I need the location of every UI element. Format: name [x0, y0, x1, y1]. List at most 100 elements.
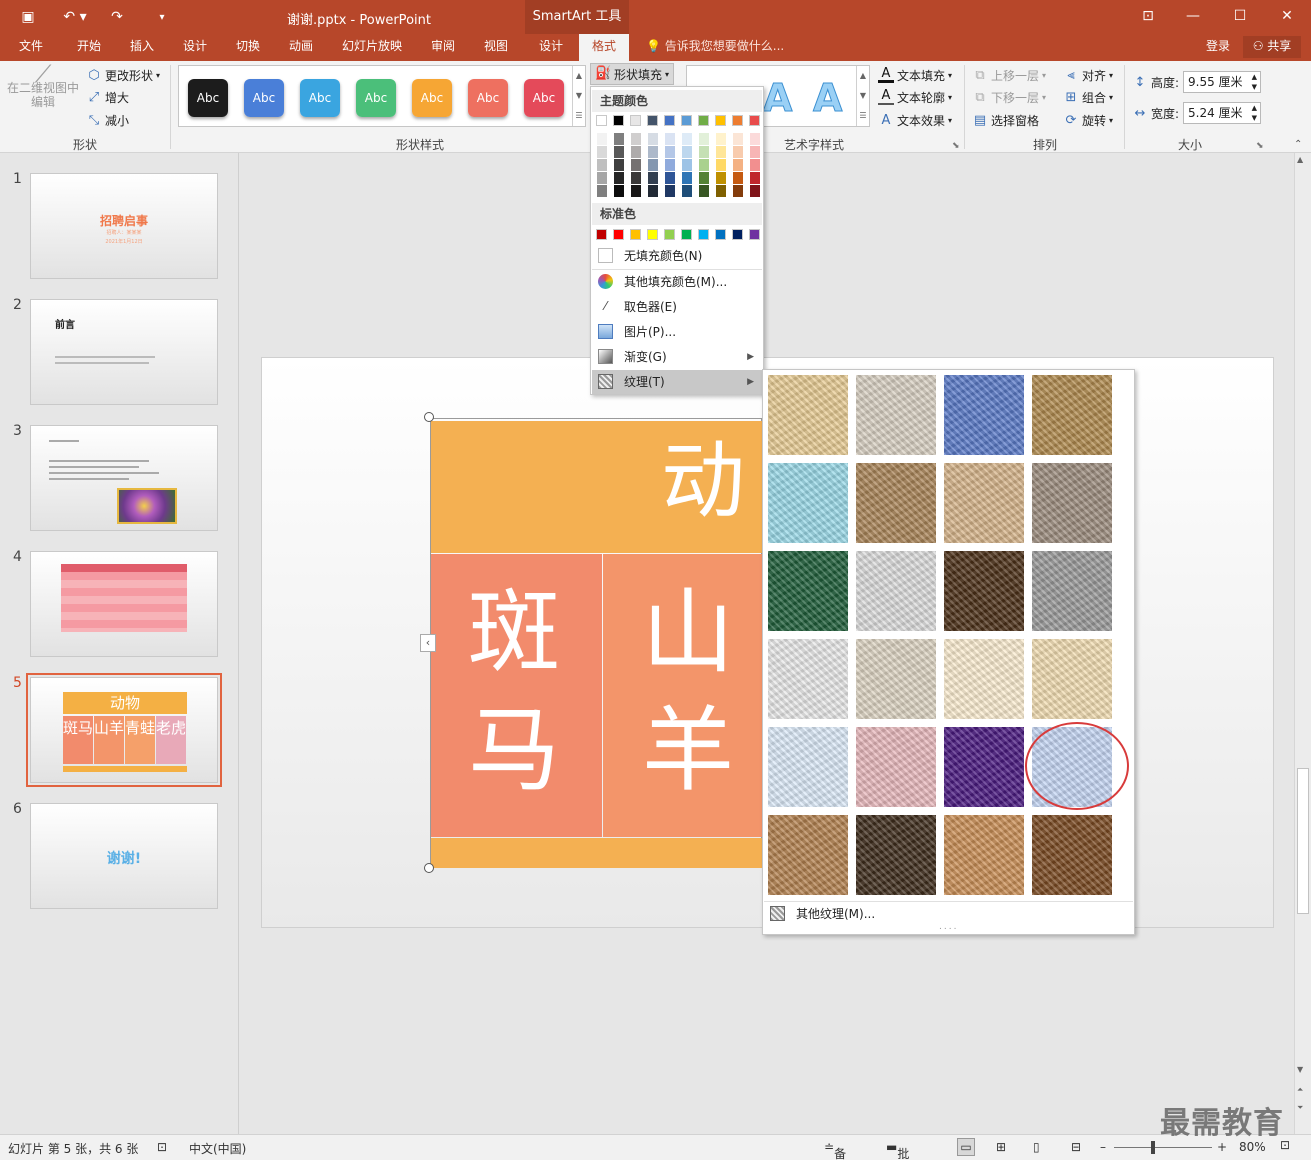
smartart-cell-goat[interactable]: 山羊: [603, 554, 762, 837]
standard-color-swatch[interactable]: [732, 229, 743, 240]
texture-pink-tissue[interactable]: [856, 727, 936, 807]
theme-shade-swatch[interactable]: [698, 159, 709, 171]
rotate-button[interactable]: ⟳ 旋转 ▾: [1063, 112, 1113, 129]
texture-blue-tissue[interactable]: [768, 727, 848, 807]
shape-style-gallery[interactable]: Abc Abc Abc Abc Abc Abc Abc ▲ ▼ ☰: [178, 65, 586, 127]
comments-button[interactable]: ▬ 批注: [886, 1140, 909, 1160]
spell-check-icon[interactable]: ⊡: [157, 1140, 167, 1154]
theme-shade-swatch[interactable]: [732, 133, 743, 145]
shape-style-option[interactable]: Abc: [468, 79, 508, 117]
slide-thumbnail-1[interactable]: 招聘启事 招聘人：某某某 2021年1月12日: [30, 173, 218, 279]
texture-parchment[interactable]: [944, 639, 1024, 719]
theme-shade-swatch[interactable]: [749, 133, 760, 145]
slide-thumbnail-5[interactable]: 动物 斑马 山羊 青蛙 老虎: [26, 673, 222, 787]
theme-shade-swatch[interactable]: [647, 185, 658, 197]
theme-shade-swatch[interactable]: [681, 185, 692, 197]
texture-cork[interactable]: [768, 815, 848, 895]
texture-newsprint[interactable]: [768, 639, 848, 719]
tab-file[interactable]: 文件: [8, 34, 54, 61]
theme-shade-swatch[interactable]: [715, 172, 726, 184]
bring-forward-button[interactable]: ⧉ 上移一层 ▾: [972, 67, 1046, 84]
eyedropper-item[interactable]: ⁄ 取色器(E): [592, 295, 762, 319]
theme-shade-swatch[interactable]: [664, 133, 675, 145]
shape-style-option[interactable]: Abc: [412, 79, 452, 117]
no-fill-item[interactable]: 无填充颜色(N): [592, 244, 762, 268]
smartart-cell-zebra[interactable]: 斑马: [431, 554, 602, 837]
zoom-out-icon[interactable]: –: [1100, 1140, 1106, 1154]
redo-icon[interactable]: ↷: [106, 6, 128, 28]
slide-sorter-icon[interactable]: ⊞: [996, 1140, 1006, 1154]
gallery-up-icon[interactable]: ▲: [856, 66, 869, 86]
texture-papyrus[interactable]: [768, 375, 848, 455]
theme-shade-swatch[interactable]: [749, 172, 760, 184]
customize-quick-access-icon[interactable]: ▾: [152, 6, 172, 28]
normal-view-icon[interactable]: ▭: [957, 1138, 975, 1156]
tab-home[interactable]: 开始: [66, 34, 112, 61]
theme-shade-swatch[interactable]: [732, 146, 743, 158]
tab-smartart-design[interactable]: 设计: [528, 34, 574, 61]
align-button[interactable]: ⫷ 对齐 ▾: [1063, 67, 1113, 84]
width-input[interactable]: 5.24 厘米 ▲ ▼: [1183, 102, 1261, 124]
theme-shade-swatch[interactable]: [698, 146, 709, 158]
texture-granite[interactable]: [1032, 551, 1112, 631]
tell-me-search[interactable]: 💡 告诉我您想要做什么...: [646, 34, 784, 61]
theme-shade-swatch[interactable]: [749, 159, 760, 171]
ribbon-display-options-icon[interactable]: ⊡: [1130, 5, 1166, 27]
texture-woven-mat[interactable]: [1032, 375, 1112, 455]
theme-shade-swatch[interactable]: [749, 146, 760, 158]
slideshow-view-icon[interactable]: ⊟: [1071, 1140, 1081, 1154]
theme-color-swatch[interactable]: [647, 115, 658, 126]
standard-color-swatch[interactable]: [681, 229, 692, 240]
zoom-slider-track[interactable]: [1114, 1147, 1212, 1148]
edit-in-2d-button[interactable]: ⟋ 在二维视图中编辑: [6, 62, 80, 129]
theme-shade-swatch[interactable]: [630, 159, 641, 171]
slide-thumbnail-2[interactable]: 前言: [30, 299, 218, 405]
text-pane-toggle-icon[interactable]: ‹: [420, 634, 436, 652]
scroll-thumb[interactable]: [1297, 768, 1309, 914]
texture-oak[interactable]: [944, 815, 1024, 895]
theme-shade-swatch[interactable]: [715, 159, 726, 171]
text-outline-button[interactable]: A 文本轮廓 ▾: [878, 89, 952, 106]
shape-style-option[interactable]: Abc: [244, 79, 284, 117]
theme-color-swatch[interactable]: [732, 115, 743, 126]
shape-style-option[interactable]: Abc: [188, 79, 228, 117]
language-indicator[interactable]: 中文(中国): [189, 1140, 246, 1157]
theme-color-swatch[interactable]: [681, 115, 692, 126]
theme-color-swatch[interactable]: [596, 115, 607, 126]
picture-fill-item[interactable]: 图片(P)...: [592, 320, 762, 344]
theme-shade-swatch[interactable]: [681, 172, 692, 184]
texture-purple-mesh[interactable]: [944, 727, 1024, 807]
gallery-more-icon[interactable]: ☰: [572, 106, 585, 126]
theme-shade-swatch[interactable]: [698, 172, 709, 184]
standard-color-swatch[interactable]: [698, 229, 709, 240]
theme-shade-swatch[interactable]: [664, 172, 675, 184]
theme-shade-swatch[interactable]: [647, 146, 658, 158]
maximize-icon[interactable]: ☐: [1222, 5, 1258, 27]
theme-shade-swatch[interactable]: [613, 146, 624, 158]
more-fill-colors-item[interactable]: 其他填充颜色(M)...: [592, 270, 762, 294]
texture-water-droplets[interactable]: [768, 463, 848, 543]
theme-shade-swatch[interactable]: [681, 133, 692, 145]
zoom-slider-thumb[interactable]: [1151, 1141, 1155, 1154]
vertical-scrollbar[interactable]: ▲ ▼ ⏶ ⏷: [1294, 153, 1311, 1134]
height-input[interactable]: 9.55 厘米 ▲ ▼: [1183, 71, 1261, 93]
dialog-launcher-icon[interactable]: ⬊: [952, 141, 960, 151]
texture-stationery[interactable]: [1032, 639, 1112, 719]
theme-shade-swatch[interactable]: [664, 159, 675, 171]
larger-button[interactable]: ⤢ 增大: [86, 89, 129, 106]
theme-shade-swatch[interactable]: [613, 172, 624, 184]
zoom-in-icon[interactable]: +: [1217, 1140, 1227, 1154]
scroll-up-icon[interactable]: ▲: [1297, 155, 1303, 164]
change-shape-button[interactable]: ⬡ 更改形状 ▾: [86, 67, 160, 84]
theme-shade-swatch[interactable]: [647, 172, 658, 184]
theme-shade-swatch[interactable]: [613, 133, 624, 145]
selection-pane-button[interactable]: ▤ 选择窗格: [972, 112, 1039, 129]
theme-shade-swatch[interactable]: [664, 185, 675, 197]
texture-sand[interactable]: [1032, 463, 1112, 543]
theme-shade-swatch[interactable]: [647, 133, 658, 145]
theme-shade-swatch[interactable]: [698, 133, 709, 145]
theme-shade-swatch[interactable]: [630, 146, 641, 158]
tab-smartart-format[interactable]: 格式: [579, 34, 629, 61]
theme-color-swatch[interactable]: [630, 115, 641, 126]
theme-shade-swatch[interactable]: [749, 185, 760, 197]
